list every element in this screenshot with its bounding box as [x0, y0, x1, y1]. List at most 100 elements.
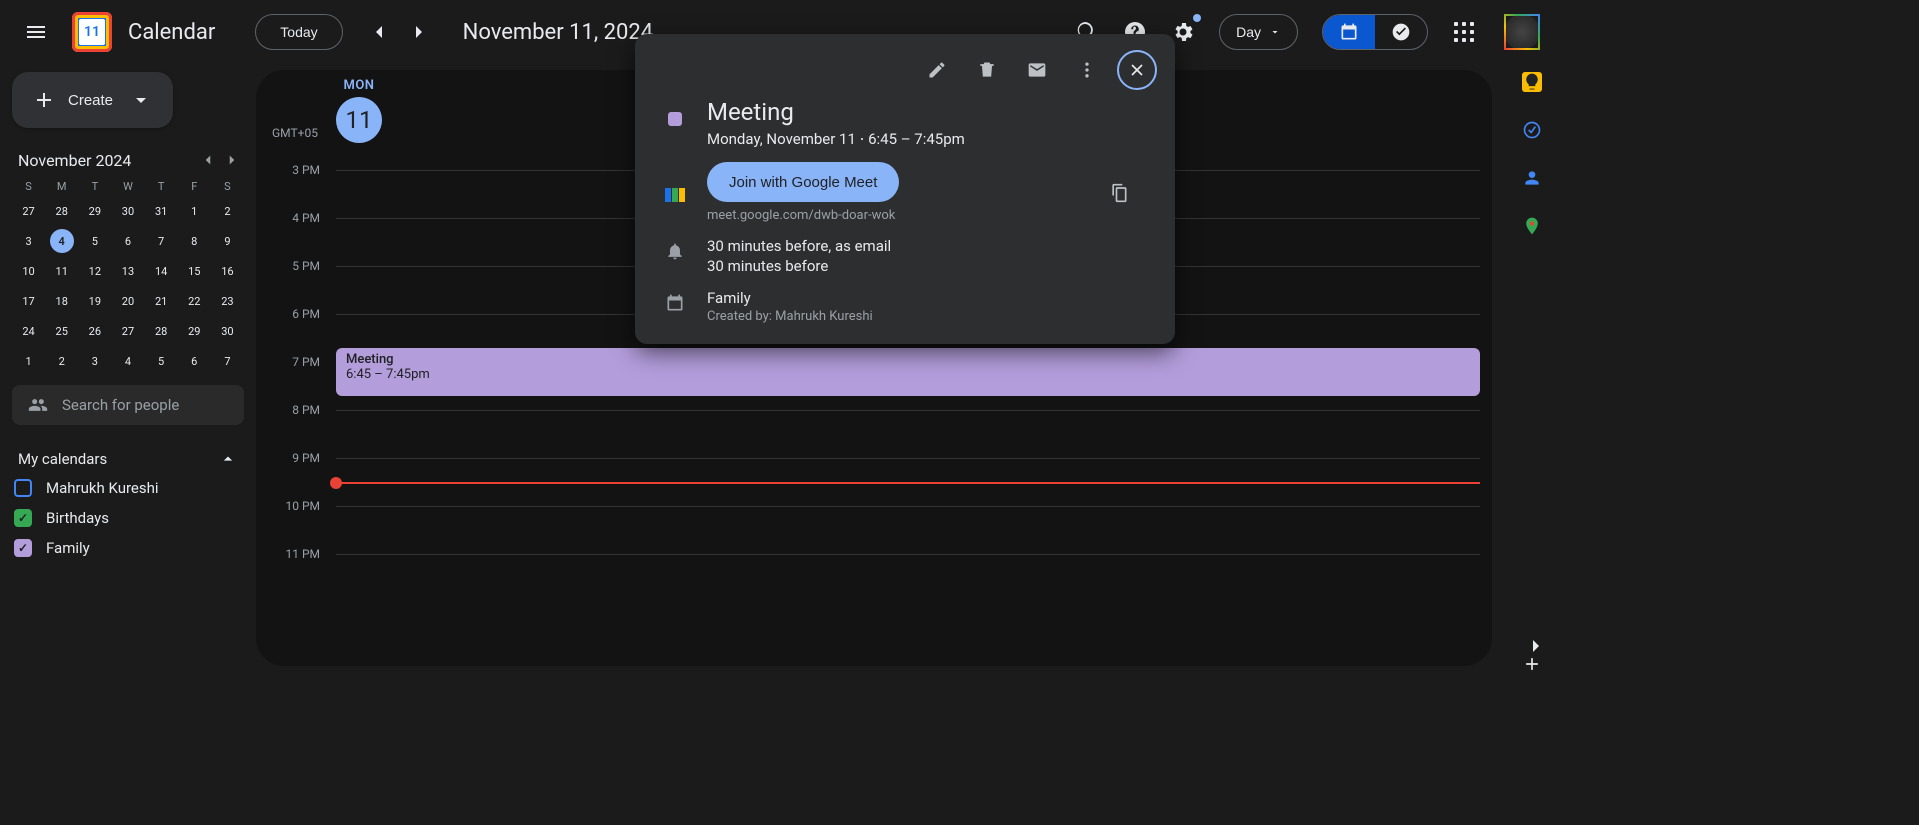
mini-calendar-grid: SMTWTFS272829303112345678910111213141516… — [12, 180, 244, 373]
copy-meet-link-button[interactable] — [1099, 173, 1139, 213]
mini-cal-day[interactable]: 7 — [149, 229, 173, 253]
calendar-label: Birthdays — [46, 509, 109, 527]
google-apps-button[interactable] — [1444, 12, 1484, 52]
mini-cal-day[interactable]: 10 — [17, 259, 41, 283]
view-selector[interactable]: Day — [1219, 14, 1298, 50]
calendar-checkbox[interactable] — [14, 539, 32, 557]
mini-cal-day[interactable]: 6 — [182, 349, 206, 373]
mini-cal-day[interactable]: 21 — [149, 289, 173, 313]
mini-cal-day[interactable]: 20 — [116, 289, 140, 313]
search-people-input[interactable]: Search for people — [12, 385, 244, 425]
show-side-panel-button[interactable] — [1516, 626, 1556, 666]
mini-cal-day[interactable]: 3 — [17, 229, 41, 253]
logo-day: 11 — [79, 19, 105, 45]
calendar-tasks-toggle — [1322, 14, 1428, 50]
mini-cal-day[interactable]: 6 — [116, 229, 140, 253]
tasks-icon[interactable] — [1522, 120, 1542, 140]
day-number[interactable]: 11 — [336, 97, 382, 143]
mini-cal-day[interactable]: 1 — [17, 349, 41, 373]
mini-cal-day[interactable]: 25 — [50, 319, 74, 343]
account-avatar[interactable] — [1504, 14, 1540, 50]
calendar-list-item[interactable]: Family — [14, 539, 242, 557]
mini-cal-day[interactable]: 17 — [17, 289, 41, 313]
calendar-list-item[interactable]: Mahrukh Kureshi — [14, 479, 242, 497]
mini-cal-day[interactable]: 5 — [83, 229, 107, 253]
contacts-icon[interactable] — [1522, 168, 1542, 188]
mini-cal-day[interactable]: 9 — [215, 229, 239, 253]
mini-cal-day[interactable]: 29 — [83, 199, 107, 223]
hour-label: 5 PM — [256, 259, 328, 273]
mini-cal-day[interactable]: 15 — [182, 259, 206, 283]
hour-line — [336, 410, 1480, 411]
mini-cal-day[interactable]: 18 — [50, 289, 74, 313]
mini-cal-day[interactable]: 22 — [182, 289, 206, 313]
mini-cal-day[interactable]: 16 — [215, 259, 239, 283]
calendar-checkbox[interactable] — [14, 479, 32, 497]
mini-cal-dow: S — [211, 180, 244, 193]
mini-cal-day[interactable]: 27 — [116, 319, 140, 343]
create-button[interactable]: Create — [12, 72, 173, 128]
reminder-line-2: 30 minutes before — [707, 257, 891, 275]
mini-cal-day[interactable]: 3 — [83, 349, 107, 373]
mini-cal-day[interactable]: 29 — [182, 319, 206, 343]
mini-cal-day[interactable]: 30 — [215, 319, 239, 343]
hour-line — [336, 554, 1480, 555]
calendar-list-item[interactable]: Birthdays — [14, 509, 242, 527]
email-guests-button[interactable] — [1017, 50, 1057, 90]
mini-cal-day[interactable]: 13 — [116, 259, 140, 283]
event-block-meeting[interactable]: Meeting 6:45 – 7:45pm — [336, 348, 1480, 396]
mini-cal-day[interactable]: 2 — [50, 349, 74, 373]
mini-calendar-month[interactable]: November 2024 — [12, 151, 196, 170]
mini-cal-dow: S — [12, 180, 45, 193]
mini-cal-day[interactable]: 26 — [83, 319, 107, 343]
join-meet-button[interactable]: Join with Google Meet — [707, 162, 899, 202]
event-options-button[interactable] — [1067, 50, 1107, 90]
next-day-button[interactable] — [399, 12, 439, 52]
mini-cal-dow: F — [178, 180, 211, 193]
hour-line — [336, 458, 1480, 459]
mini-cal-day[interactable]: 24 — [17, 319, 41, 343]
mini-cal-day[interactable]: 19 — [83, 289, 107, 313]
mini-cal-day[interactable]: 7 — [215, 349, 239, 373]
hour-label: 11 PM — [256, 547, 328, 561]
mini-cal-day[interactable]: 30 — [116, 199, 140, 223]
popup-event-title: Meeting — [707, 98, 965, 126]
mini-cal-day[interactable]: 12 — [83, 259, 107, 283]
tasks-view-button[interactable] — [1375, 15, 1427, 49]
close-popup-button[interactable] — [1117, 50, 1157, 90]
mini-cal-day[interactable]: 8 — [182, 229, 206, 253]
today-button[interactable]: Today — [255, 14, 342, 50]
mini-cal-day[interactable]: 4 — [116, 349, 140, 373]
mini-cal-day[interactable]: 4 — [50, 229, 74, 253]
current-time-line — [336, 482, 1480, 484]
delete-event-button[interactable] — [967, 50, 1007, 90]
popup-event-datetime: Monday, November 11 ⋅ 6:45 – 7:45pm — [707, 130, 965, 148]
edit-event-button[interactable] — [917, 50, 957, 90]
calendar-checkbox[interactable] — [14, 509, 32, 527]
mini-cal-dow: T — [145, 180, 178, 193]
prev-day-button[interactable] — [359, 12, 399, 52]
mini-cal-day[interactable]: 28 — [50, 199, 74, 223]
mini-cal-dow: T — [78, 180, 111, 193]
keep-icon[interactable] — [1522, 72, 1542, 92]
mini-cal-day[interactable]: 2 — [215, 199, 239, 223]
main-menu-button[interactable] — [16, 12, 56, 52]
mini-cal-day[interactable]: 5 — [149, 349, 173, 373]
mini-cal-day[interactable]: 14 — [149, 259, 173, 283]
mini-cal-day[interactable]: 11 — [50, 259, 74, 283]
hour-label: 4 PM — [256, 211, 328, 225]
calendar-view-button[interactable] — [1323, 15, 1375, 49]
app-title: Calendar — [128, 20, 215, 45]
maps-icon[interactable] — [1522, 216, 1542, 236]
calendar-label: Mahrukh Kureshi — [46, 479, 159, 497]
mini-cal-day[interactable]: 28 — [149, 319, 173, 343]
my-calendars-header[interactable]: My calendars — [12, 449, 244, 469]
calendar-label: Family — [46, 539, 90, 557]
mini-cal-prev-button[interactable] — [196, 148, 220, 172]
mini-cal-day[interactable]: 23 — [215, 289, 239, 313]
mini-cal-next-button[interactable] — [220, 148, 244, 172]
mini-cal-day[interactable]: 1 — [182, 199, 206, 223]
mini-cal-day[interactable]: 31 — [149, 199, 173, 223]
view-label: Day — [1236, 24, 1261, 40]
mini-cal-day[interactable]: 27 — [17, 199, 41, 223]
